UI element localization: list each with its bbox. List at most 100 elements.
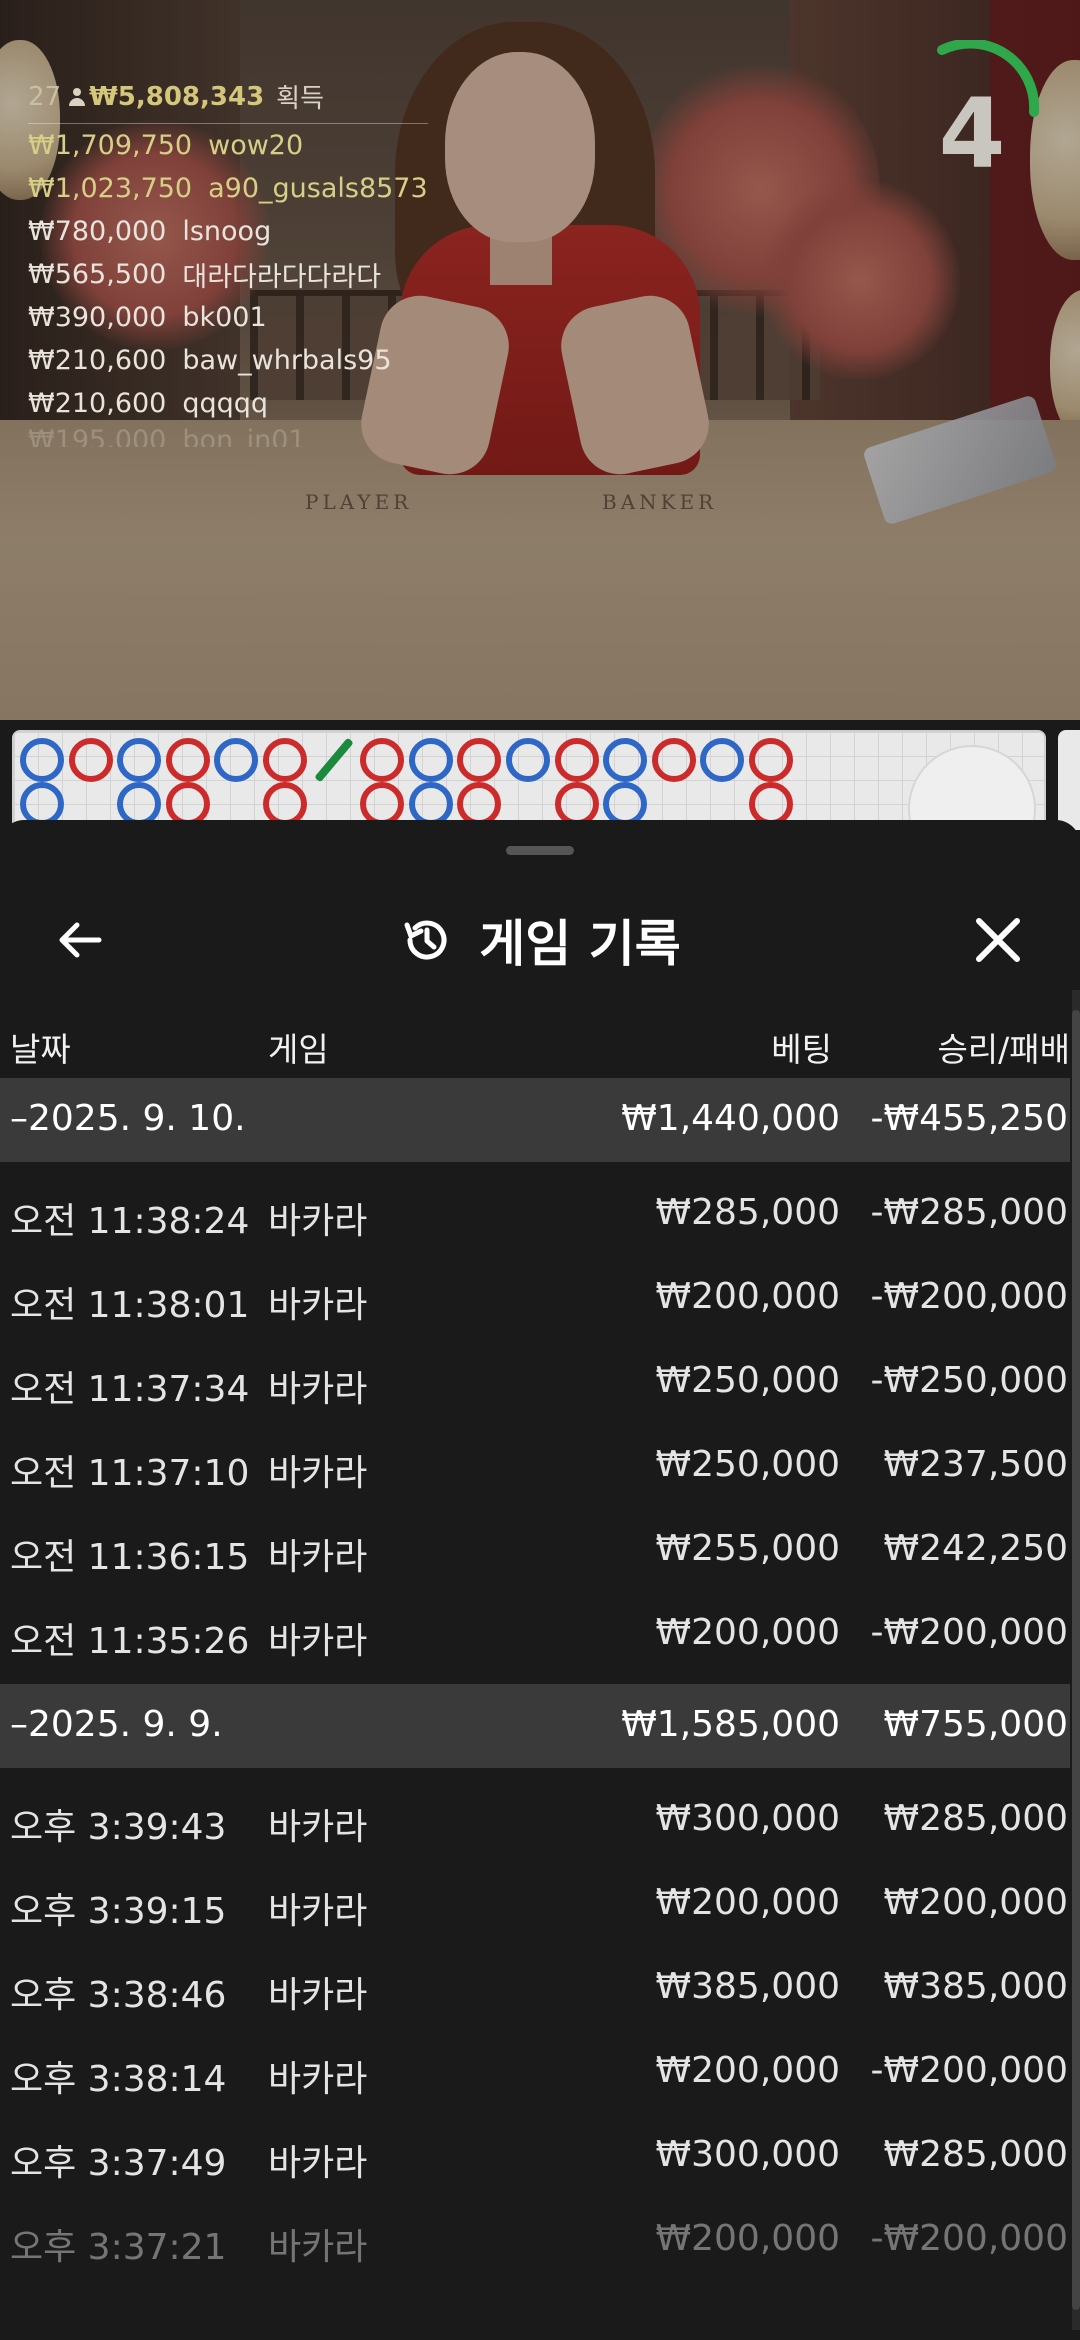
- history-row[interactable]: 오전 11:36:15 바카라 ₩255,000 ₩242,250: [0, 1506, 1070, 1590]
- day-summary-row[interactable]: –2025. 9. 10. ₩1,440,000 -₩455,250: [0, 1078, 1070, 1162]
- arrow-left-icon: [59, 922, 102, 958]
- winner-name: qqqqq: [182, 388, 269, 419]
- round-game: 바카라: [268, 2059, 368, 2100]
- winner-name: 대라다라다다라다: [182, 262, 382, 293]
- round-time: 오후 3:39:15: [10, 1891, 227, 1932]
- back-button[interactable]: [44, 904, 116, 976]
- round-time: 오전 11:37:10: [10, 1453, 250, 1494]
- winner-amount: ₩565,500: [28, 259, 167, 290]
- close-button[interactable]: [962, 904, 1034, 976]
- player-bead: [165, 738, 210, 782]
- round-game: 바카라: [268, 1201, 368, 1242]
- round-time: 오후 3:38:14: [10, 2059, 227, 2100]
- history-row[interactable]: 오전 11:37:34 바카라 ₩250,000 -₩250,000: [0, 1338, 1070, 1422]
- banker-bead: [408, 738, 453, 782]
- game-history-panel: 게임 기록 날짜 게임 베팅 승리/패배 –2025. 9. 10. ₩1,44…: [0, 820, 1080, 2340]
- round-time: 오후 3:38:46: [10, 1975, 227, 2016]
- winner-amount: ₩210,600: [28, 345, 167, 376]
- winner-name: bon_in01: [182, 425, 306, 447]
- round-bet: ₩200,000: [655, 1882, 840, 1923]
- round-result: -₩200,000: [870, 1612, 1068, 1653]
- round-result: ₩285,000: [883, 1798, 1068, 1839]
- round-time: 오전 11:35:26: [10, 1621, 250, 1662]
- round-bet: ₩285,000: [655, 1192, 840, 1233]
- banker-bead: [117, 738, 162, 782]
- player-bead: [554, 738, 599, 782]
- round-result: -₩200,000: [870, 1276, 1068, 1317]
- day-date: –2025. 9. 9.: [10, 1704, 223, 1745]
- leaderboard-total: ₩5,808,343: [89, 81, 265, 112]
- history-row[interactable]: 오후 3:37:49 바카라 ₩300,000 ₩285,000: [0, 2112, 1070, 2196]
- round-time: 오전 11:37:34: [10, 1369, 250, 1410]
- round-time: 오후 3:37:21: [10, 2227, 227, 2268]
- round-time: 오후 3:37:49: [10, 2143, 227, 2184]
- history-list: –2025. 9. 10. ₩1,440,000 -₩455,250 오전 11…: [0, 1078, 1070, 2280]
- leaderboard-row: ₩565,500 대라다라다다라다: [28, 253, 428, 296]
- round-bet: ₩250,000: [655, 1360, 840, 1401]
- scrollbar-thumb[interactable]: [1072, 1010, 1080, 2310]
- winner-name: lsnoog: [182, 216, 272, 247]
- round-game: 바카라: [268, 1537, 368, 1578]
- history-scrollbar[interactable]: [1072, 990, 1080, 2330]
- day-result-total: ₩755,000: [883, 1704, 1068, 1745]
- round-bet: ₩200,000: [655, 1276, 840, 1317]
- history-row[interactable]: 오전 11:35:26 바카라 ₩200,000 -₩200,000: [0, 1590, 1070, 1674]
- panel-header: 게임 기록: [0, 880, 1080, 1000]
- round-bet: ₩250,000: [655, 1444, 840, 1485]
- round-result: -₩200,000: [870, 2050, 1068, 2091]
- round-result: -₩285,000: [870, 1192, 1068, 1233]
- player-bead: [68, 738, 113, 782]
- bead-road[interactable]: [12, 730, 1046, 830]
- day-date: –2025. 9. 10.: [10, 1098, 246, 1139]
- round-bet: ₩385,000: [655, 1966, 840, 2007]
- history-icon: [404, 920, 447, 960]
- winner-amount: ₩780,000: [28, 216, 167, 247]
- round-result: ₩285,000: [883, 2134, 1068, 2175]
- betting-countdown: 4: [900, 38, 1040, 182]
- leaderboard-row: ₩210,600 qqqqq: [28, 382, 428, 425]
- round-time: 오전 11:36:15: [10, 1537, 250, 1578]
- history-table-header: 날짜 게임 베팅 승리/패배: [0, 1005, 1080, 1080]
- round-game: 바카라: [268, 2227, 368, 2268]
- history-row[interactable]: 오후 3:39:15 바카라 ₩200,000 ₩200,000: [0, 1860, 1070, 1944]
- round-game: 바카라: [268, 1621, 368, 1662]
- leaderboard-row: ₩780,000 lsnoog: [28, 210, 428, 253]
- history-row[interactable]: 오후 3:39:43 바카라 ₩300,000 ₩285,000: [0, 1776, 1070, 1860]
- page-title: 게임 기록: [479, 915, 681, 973]
- history-row[interactable]: 오전 11:38:01 바카라 ₩200,000 -₩200,000: [0, 1254, 1070, 1338]
- winners-leaderboard: 27 ₩5,808,343 획득 ₩1,709,750 wow20 ₩1,023…: [28, 78, 428, 447]
- history-row[interactable]: 오전 11:37:10 바카라 ₩250,000 ₩237,500: [0, 1422, 1070, 1506]
- secondary-road-edge: [1058, 730, 1080, 830]
- round-result: ₩237,500: [883, 1444, 1068, 1485]
- round-time: 오전 11:38:24: [10, 1201, 250, 1242]
- history-row[interactable]: 오후 3:38:46 바카라 ₩385,000 ₩385,000: [0, 1944, 1070, 2028]
- round-result: -₩200,000: [870, 2218, 1068, 2259]
- day-bet-total: ₩1,585,000: [621, 1704, 840, 1745]
- round-result: ₩200,000: [883, 1882, 1068, 1923]
- column-bet: 베팅: [771, 1030, 832, 1069]
- round-game: 바카라: [268, 1285, 368, 1326]
- winner-amount: ₩390,000: [28, 302, 167, 333]
- round-game: 바카라: [268, 1807, 368, 1848]
- winner-amount: ₩1,023,750: [28, 173, 193, 204]
- leaderboard-row: ₩1,023,750 a90_gusals8573: [28, 167, 428, 210]
- winner-name: baw_whrbals95: [182, 345, 392, 376]
- player-count: 27: [28, 81, 62, 112]
- round-game: 바카라: [268, 2143, 368, 2184]
- drag-handle[interactable]: [506, 846, 574, 855]
- history-row[interactable]: 오후 3:37:21 바카라 ₩200,000 -₩200,000: [0, 2196, 1070, 2280]
- banker-bead: [20, 738, 64, 782]
- round-result: ₩385,000: [883, 1966, 1068, 2007]
- round-result: -₩250,000: [870, 1360, 1068, 1401]
- person-icon: [69, 87, 86, 107]
- history-row[interactable]: 오전 11:38:24 바카라 ₩285,000 -₩285,000: [0, 1170, 1070, 1254]
- round-game: 바카라: [268, 1369, 368, 1410]
- earned-label: 획득: [276, 84, 325, 114]
- day-result-total: -₩455,250: [870, 1098, 1068, 1139]
- round-bet: ₩200,000: [655, 2218, 840, 2259]
- history-row[interactable]: 오후 3:38:14 바카라 ₩200,000 -₩200,000: [0, 2028, 1070, 2112]
- leaderboard-row: ₩390,000 bk001: [28, 296, 428, 339]
- day-summary-row[interactable]: –2025. 9. 9. ₩1,585,000 ₩755,000: [0, 1684, 1070, 1768]
- winner-name: bk001: [182, 302, 267, 333]
- round-time: 오전 11:38:01: [10, 1285, 250, 1326]
